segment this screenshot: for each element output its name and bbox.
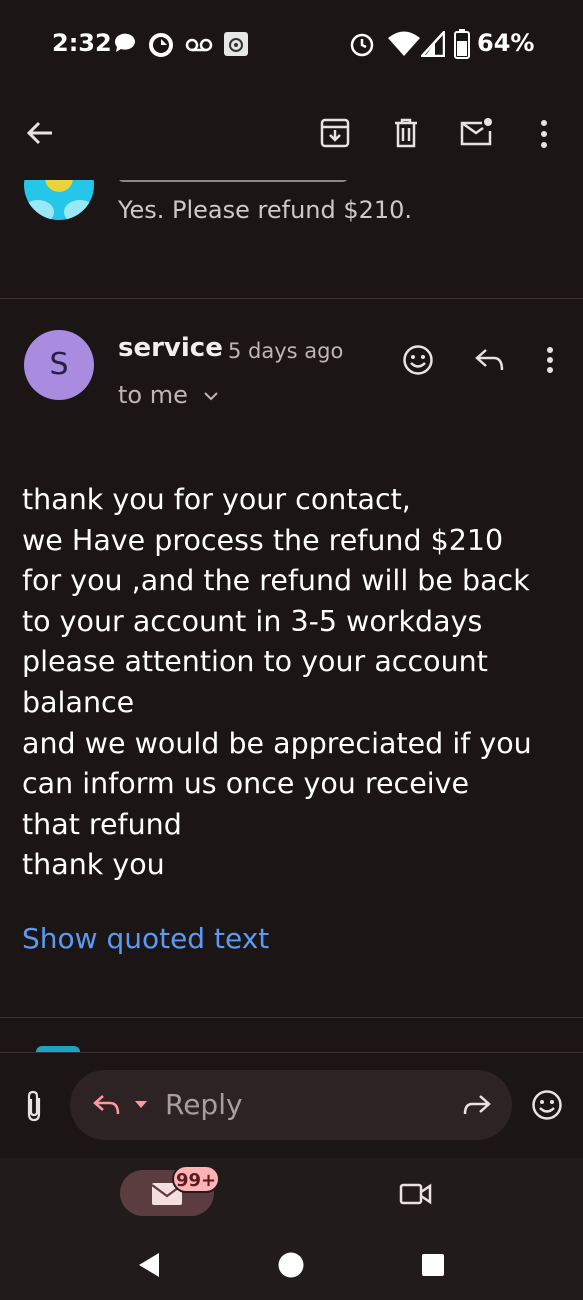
body-line: please attention to your account xyxy=(22,645,488,679)
system-back-icon[interactable] xyxy=(137,1251,161,1279)
sender-name: service xyxy=(118,333,223,363)
reply-type-icon[interactable] xyxy=(92,1094,120,1116)
reply-icon[interactable] xyxy=(474,348,504,372)
sender-line-clipped xyxy=(118,180,348,182)
body-line: and we would be appreciated if you xyxy=(22,726,532,760)
signal-icon xyxy=(421,31,445,57)
recipient-label: to me xyxy=(118,381,188,409)
message-body: thank you for your contact, we Have proc… xyxy=(22,480,572,886)
alarm-icon xyxy=(350,33,374,57)
system-home-icon[interactable] xyxy=(278,1252,304,1278)
attachment-icon[interactable] xyxy=(24,1090,44,1122)
emoji-react-icon[interactable] xyxy=(402,344,434,376)
body-line: that refund xyxy=(22,807,182,841)
battery-icon xyxy=(454,29,470,59)
voicemail-icon xyxy=(185,38,213,52)
archive-icon[interactable] xyxy=(320,118,350,148)
more-vert-icon[interactable] xyxy=(538,119,550,149)
sender-avatar[interactable]: S xyxy=(24,330,94,400)
message-more-icon[interactable] xyxy=(544,346,556,374)
bottom-navigation xyxy=(0,1158,583,1230)
battery-level: 64% xyxy=(477,29,535,57)
body-line: to your account in 3-5 workdays xyxy=(22,604,483,638)
clock: 2:32 xyxy=(52,29,112,57)
body-line: for you ,and the refund will be back xyxy=(22,564,530,598)
avatar xyxy=(24,180,94,220)
previous-message-snippet: Yes. Please refund $210. xyxy=(118,196,413,224)
wifi-icon xyxy=(388,31,420,56)
body-line: we Have process the refund $210 xyxy=(22,523,504,557)
chevron-down-icon xyxy=(203,392,218,401)
body-line: can inform us once you receive xyxy=(22,767,470,801)
chat-icon xyxy=(114,33,135,52)
body-line: thank you xyxy=(22,848,165,882)
mark-unread-icon[interactable] xyxy=(460,117,494,147)
message-timestamp: 5 days ago xyxy=(228,339,344,363)
system-recents-icon[interactable] xyxy=(422,1254,444,1276)
divider xyxy=(0,1017,583,1018)
status-bar: 2:32 64% xyxy=(0,0,583,90)
body-line: thank you for your contact, xyxy=(22,483,411,516)
back-arrow-icon[interactable] xyxy=(26,119,54,147)
forward-icon[interactable] xyxy=(462,1094,492,1116)
unread-badge: 99+ xyxy=(172,1165,221,1193)
reply-placeholder[interactable]: Reply xyxy=(165,1088,243,1121)
app-bar xyxy=(0,95,583,175)
recipient-details[interactable]: to me xyxy=(118,381,218,409)
show-quoted-text-link[interactable]: Show quoted text xyxy=(22,922,269,955)
sync-icon xyxy=(149,33,173,57)
delete-icon[interactable] xyxy=(393,118,419,148)
divider xyxy=(0,298,583,299)
emoji-icon[interactable] xyxy=(531,1089,563,1121)
photo-icon xyxy=(224,32,248,56)
reply-type-dropdown-icon[interactable] xyxy=(134,1100,148,1109)
video-meet-icon[interactable] xyxy=(399,1181,433,1207)
body-line: balance xyxy=(22,685,135,719)
